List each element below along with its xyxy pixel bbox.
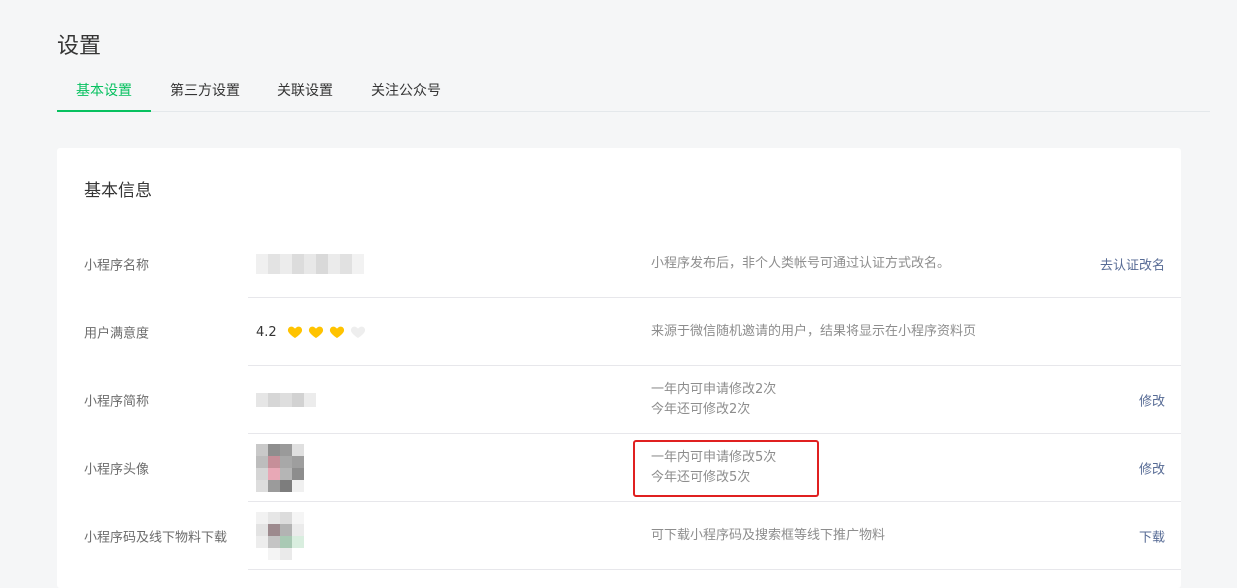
tab-third-party-settings[interactable]: 第三方设置 xyxy=(158,72,252,111)
verify-rename-link[interactable]: 去认证改名 xyxy=(1100,255,1165,274)
row-label: 小程序名称 xyxy=(84,258,150,274)
desc-line: 今年还可修改2次 xyxy=(651,402,751,417)
heart-filled-icon xyxy=(329,326,344,338)
short-name-value xyxy=(256,393,316,407)
tab-follow-official-account[interactable]: 关注公众号 xyxy=(359,72,453,111)
blurred-qrcode-image xyxy=(256,512,304,560)
blurred-short-name-image xyxy=(256,393,316,407)
row-description: 一年内可申请修改2次 今年还可修改2次 xyxy=(651,380,776,420)
row-divider xyxy=(248,569,1181,570)
download-link[interactable]: 下载 xyxy=(1139,527,1165,546)
page-title: 设置 xyxy=(57,34,102,59)
info-row-avatar: 小程序头像 一年内可申请修改5次 今年还可修改5次 修改 xyxy=(57,434,1181,502)
avatar-value xyxy=(256,444,304,492)
heart-filled-icon xyxy=(287,326,302,338)
row-description: 可下载小程序码及搜索框等线下推广物料 xyxy=(651,528,886,543)
basic-info-card: 基本信息 小程序名称 小程序发布后，非个人类帐号可通过认证方式改名。 去认证改名… xyxy=(57,148,1181,588)
satisfaction-rating: 4.2 xyxy=(256,324,366,340)
row-label: 小程序码及线下物料下载 xyxy=(84,530,228,546)
settings-tabs: 基本设置 第三方设置 关联设置 关注公众号 xyxy=(57,72,1210,112)
info-row-qrcode-download: 小程序码及线下物料下载 可下载小程序码及搜索框等线下推广物料 下载 xyxy=(57,502,1181,570)
modify-short-name-link[interactable]: 修改 xyxy=(1139,391,1165,410)
satisfaction-score: 4.2 xyxy=(256,324,277,340)
highlight-box xyxy=(633,440,819,497)
row-label: 小程序简称 xyxy=(84,394,150,410)
info-row-name: 小程序名称 小程序发布后，非个人类帐号可通过认证方式改名。 去认证改名 xyxy=(57,230,1181,298)
row-label: 小程序头像 xyxy=(84,462,150,478)
tab-association-settings[interactable]: 关联设置 xyxy=(266,72,344,111)
info-row-short-name: 小程序简称 一年内可申请修改2次 今年还可修改2次 修改 xyxy=(57,366,1181,434)
blurred-avatar-image xyxy=(256,444,304,492)
row-label: 用户满意度 xyxy=(84,326,150,342)
modify-avatar-link[interactable]: 修改 xyxy=(1139,459,1165,478)
info-row-satisfaction: 用户满意度 4.2 来源于微信随机邀请的用户，结果将显示在小程序资料页 xyxy=(57,298,1181,366)
blurred-name-image xyxy=(256,254,364,274)
heart-filled-icon xyxy=(308,326,323,338)
desc-line: 一年内可申请修改2次 xyxy=(651,382,777,397)
qrcode-value xyxy=(256,512,304,560)
tab-basic-settings[interactable]: 基本设置 xyxy=(57,72,151,112)
row-description: 小程序发布后，非个人类帐号可通过认证方式改名。 xyxy=(651,256,951,271)
section-title: 基本信息 xyxy=(84,181,152,201)
mini-program-name-value xyxy=(256,254,364,274)
heart-empty-icon xyxy=(350,326,365,338)
row-description: 来源于微信随机邀请的用户，结果将显示在小程序资料页 xyxy=(651,324,977,339)
